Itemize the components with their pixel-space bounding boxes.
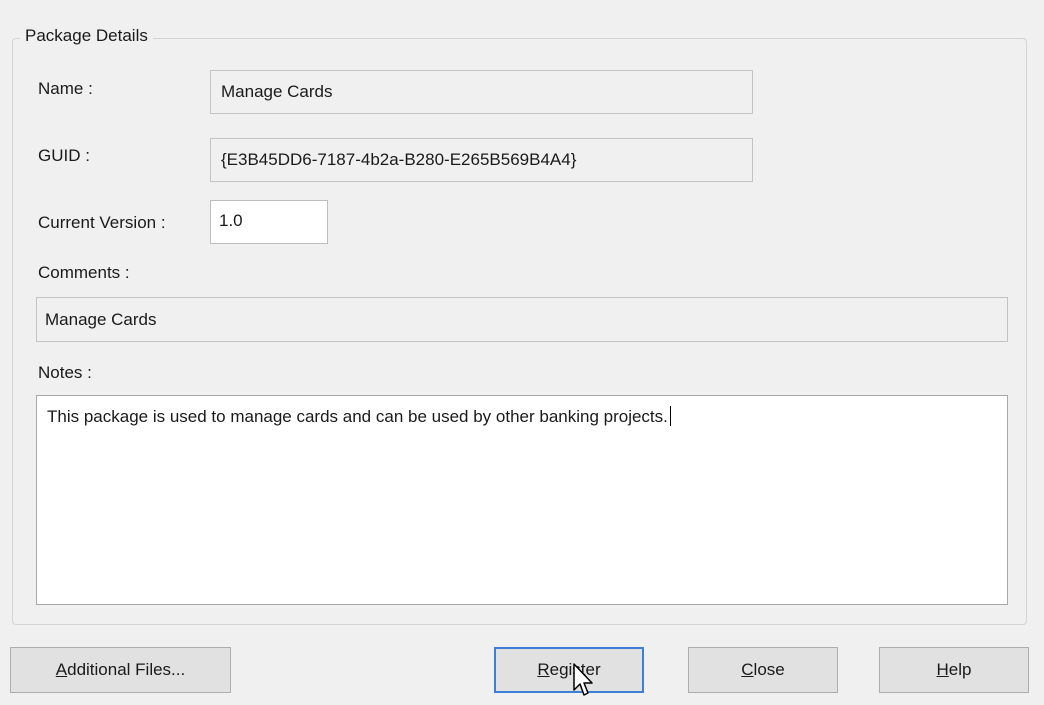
help-button[interactable]: Help — [879, 647, 1029, 693]
notes-textarea[interactable]: This package is used to manage cards and… — [36, 395, 1008, 605]
version-value: 1.0 — [219, 211, 243, 230]
version-label: Current Version : — [38, 213, 166, 232]
comments-value: Manage Cards — [45, 309, 157, 329]
name-field[interactable]: Manage Cards — [210, 70, 753, 114]
mouse-cursor-icon — [573, 663, 593, 696]
name-label: Name : — [38, 79, 93, 98]
register-button[interactable]: Register — [494, 647, 644, 693]
additional-files-button[interactable]: Additional Files... — [10, 647, 231, 693]
text-caret — [669, 406, 671, 426]
version-field[interactable]: 1.0 — [210, 200, 328, 244]
group-title: Package Details — [20, 26, 153, 46]
comments-label: Comments : — [38, 263, 130, 282]
close-button[interactable]: Close — [688, 647, 838, 693]
notes-value: This package is used to manage cards and… — [47, 407, 668, 426]
guid-label: GUID : — [38, 146, 90, 165]
guid-value: {E3B45DD6-7187-4b2a-B280-E265B569B4A4} — [221, 150, 577, 169]
guid-field[interactable]: {E3B45DD6-7187-4b2a-B280-E265B569B4A4} — [210, 138, 753, 182]
notes-label: Notes : — [38, 363, 92, 382]
comments-field[interactable]: Manage Cards — [36, 297, 1008, 342]
name-value: Manage Cards — [221, 82, 333, 101]
